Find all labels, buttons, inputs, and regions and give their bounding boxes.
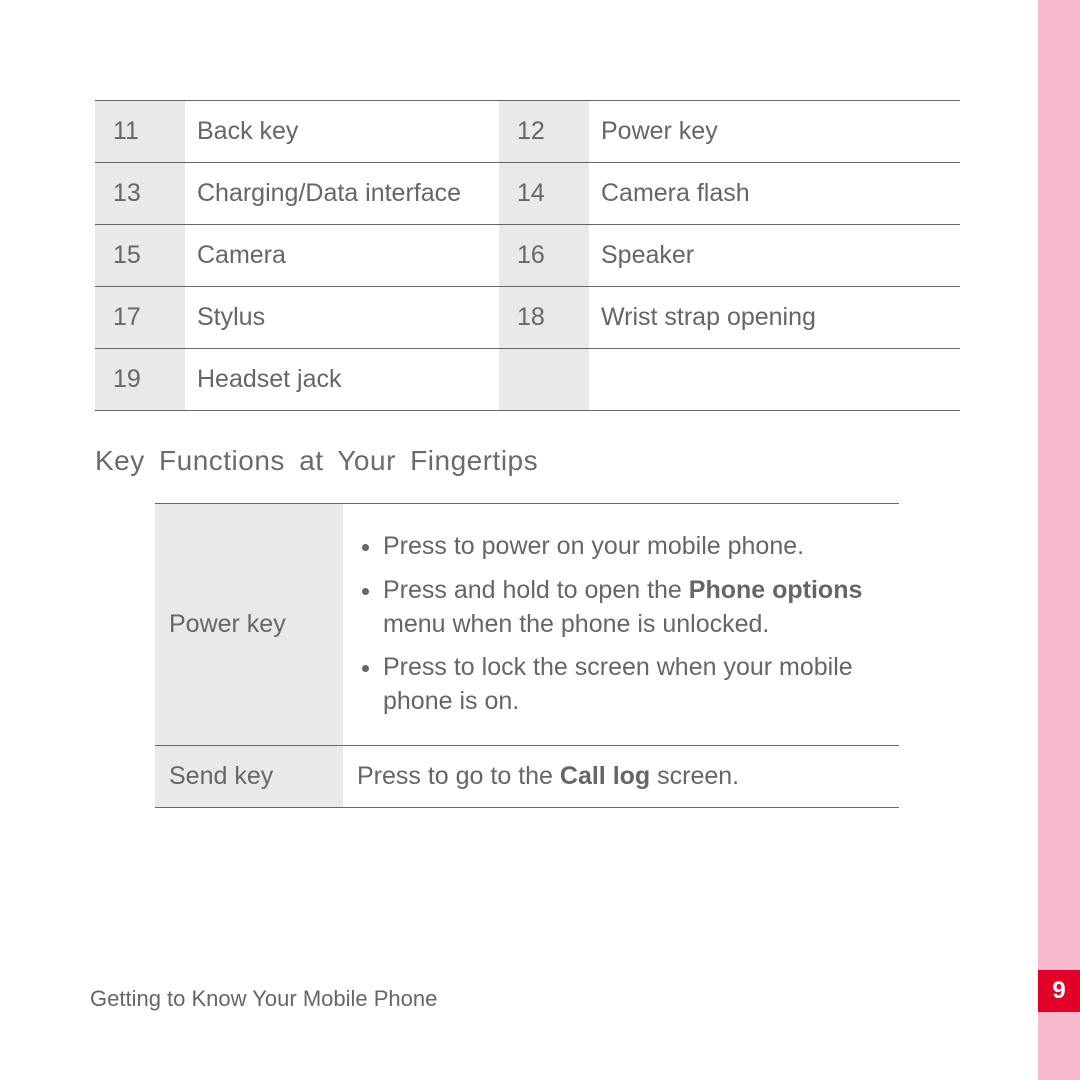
part-number [499, 349, 589, 411]
part-label: Wrist strap opening [589, 287, 960, 349]
footer-chapter-title: Getting to Know Your Mobile Phone [90, 986, 437, 1012]
table-row: 15Camera16Speaker [95, 225, 960, 287]
bullet-list: Press to power on your mobile phone. Pre… [357, 530, 885, 719]
part-label: Camera [185, 225, 499, 287]
list-item: Press to lock the screen when your mobil… [383, 651, 885, 719]
part-number: 12 [499, 101, 589, 163]
part-number: 11 [95, 101, 185, 163]
list-item: Press and hold to open the Phone options… [383, 574, 885, 642]
part-number: 17 [95, 287, 185, 349]
parts-table: 11Back key12Power key13Charging/Data int… [95, 100, 960, 411]
page-number-badge: 9 [1038, 970, 1080, 1012]
bold-text: Phone options [689, 576, 863, 604]
key-desc-cell: Press to go to the Call log screen. [343, 745, 899, 807]
text: menu when the phone is unlocked. [383, 610, 769, 638]
part-label: Power key [589, 101, 960, 163]
part-label: Camera flash [589, 163, 960, 225]
part-label: Speaker [589, 225, 960, 287]
text: Press and hold to open the [383, 576, 689, 604]
part-label: Headset jack [185, 349, 499, 411]
part-number: 14 [499, 163, 589, 225]
part-label: Back key [185, 101, 499, 163]
key-desc-cell: Press to power on your mobile phone. Pre… [343, 504, 899, 746]
part-number: 18 [499, 287, 589, 349]
part-number: 15 [95, 225, 185, 287]
table-row: 17Stylus18Wrist strap opening [95, 287, 960, 349]
side-tab-bar [1038, 0, 1080, 1080]
list-item: Press to power on your mobile phone. [383, 530, 885, 564]
key-name-cell: Send key [155, 745, 343, 807]
table-row: Power key Press to power on your mobile … [155, 504, 899, 746]
key-functions-table: Power key Press to power on your mobile … [155, 503, 899, 808]
part-number: 16 [499, 225, 589, 287]
page-content: 11Back key12Power key13Charging/Data int… [0, 0, 1080, 808]
bold-text: Call log [560, 762, 650, 790]
section-title: Key Functions at Your Fingertips [95, 445, 960, 477]
part-label [589, 349, 960, 411]
table-row: Send key Press to go to the Call log scr… [155, 745, 899, 807]
text: Press to go to the [357, 762, 560, 790]
table-row: 19Headset jack [95, 349, 960, 411]
table-row: 11Back key12Power key [95, 101, 960, 163]
part-number: 19 [95, 349, 185, 411]
key-name-cell: Power key [155, 504, 343, 746]
table-row: 13Charging/Data interface14Camera flash [95, 163, 960, 225]
part-label: Stylus [185, 287, 499, 349]
part-number: 13 [95, 163, 185, 225]
text: screen. [650, 762, 739, 790]
part-label: Charging/Data interface [185, 163, 499, 225]
